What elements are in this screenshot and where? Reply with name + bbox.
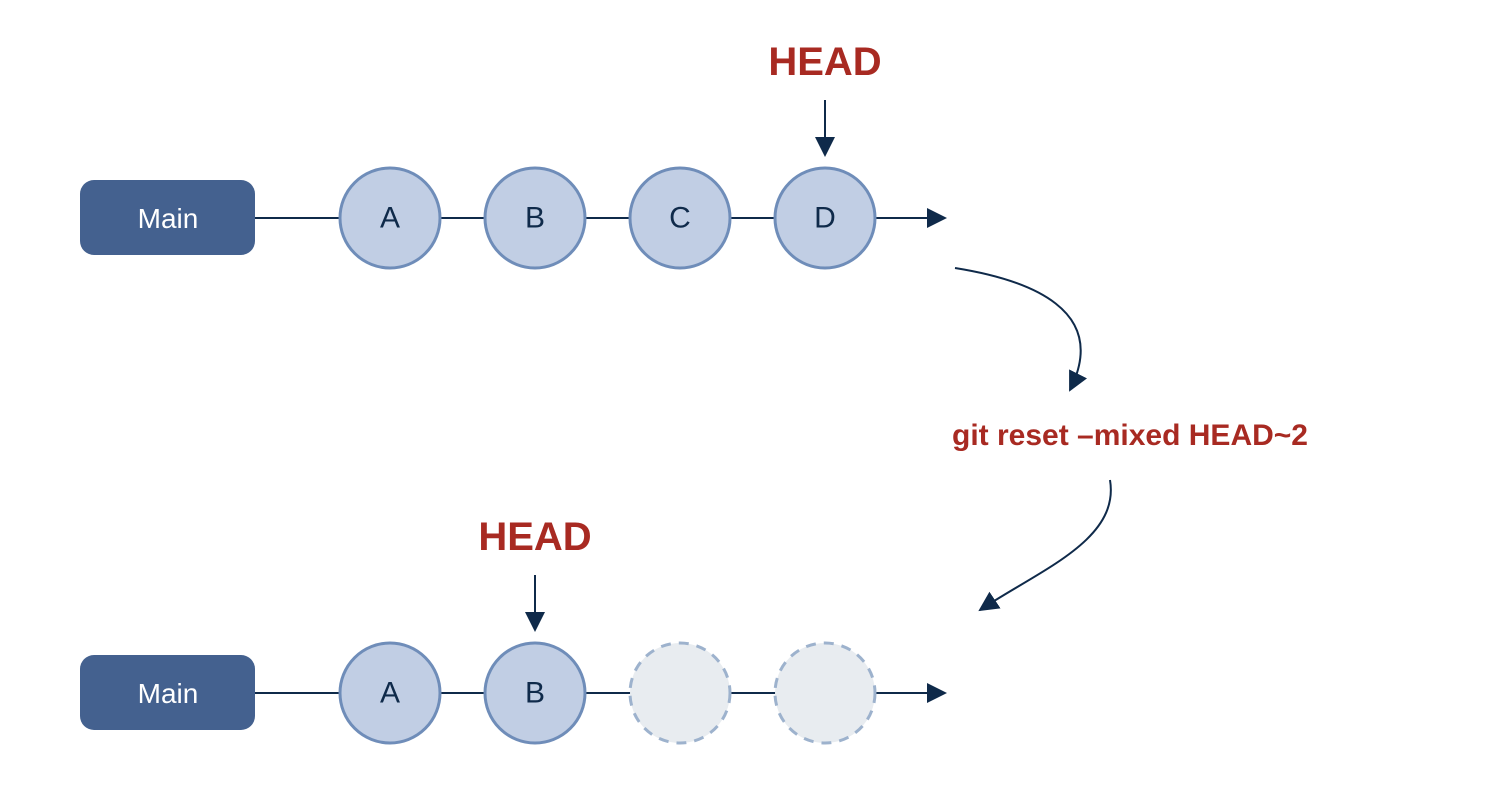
commit-bottom-B: B xyxy=(485,643,585,743)
commit-top-C: C xyxy=(630,168,730,268)
svg-text:C: C xyxy=(669,202,691,235)
transition-arrow-lower xyxy=(980,480,1111,610)
head-label-bottom: HEAD xyxy=(478,515,591,559)
git-reset-diagram: Main A B C D HEAD git reset –mixed HEAD~… xyxy=(0,0,1490,810)
commit-bottom-A: A xyxy=(340,643,440,743)
branch-label-top: Main xyxy=(138,203,199,234)
svg-text:A: A xyxy=(380,202,400,235)
branch-label-bottom: Main xyxy=(138,678,199,709)
head-label-top: HEAD xyxy=(768,40,881,84)
svg-text:B: B xyxy=(525,677,545,710)
command-label: git reset –mixed HEAD~2 xyxy=(952,419,1308,452)
top-row: Main A B C D HEAD xyxy=(80,40,945,268)
transition-arrow-upper xyxy=(955,268,1081,390)
commit-top-D: D xyxy=(775,168,875,268)
svg-text:B: B xyxy=(525,202,545,235)
svg-text:A: A xyxy=(380,677,400,710)
commit-bottom-ghost-2 xyxy=(775,643,875,743)
commit-top-B: B xyxy=(485,168,585,268)
svg-text:D: D xyxy=(814,202,836,235)
commit-top-A: A xyxy=(340,168,440,268)
commit-bottom-ghost-1 xyxy=(630,643,730,743)
bottom-row: Main A B HEAD xyxy=(80,515,945,743)
